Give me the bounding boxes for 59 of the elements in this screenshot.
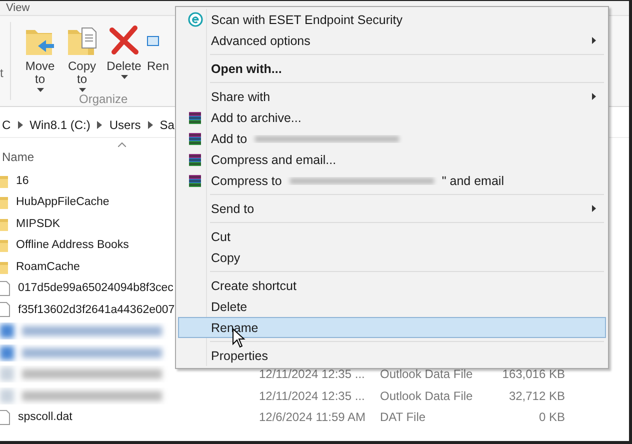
folder-icon [0, 260, 8, 274]
size-cell-text: 32,712 KB [508, 388, 565, 403]
sort-caret-icon [118, 142, 126, 147]
books-stack-icon [188, 174, 202, 188]
file-name[interactable]: 16 [16, 174, 29, 187]
type-cell-text: Outlook Data File [380, 388, 474, 403]
ribbon-button[interactable]: Ren [147, 24, 169, 92]
menu-item[interactable]: Share with [178, 86, 606, 107]
file-name[interactable]: spscoll.dat [18, 411, 72, 424]
menu-item[interactable]: Cut [178, 226, 606, 247]
folder-icon [0, 238, 8, 252]
group-label: Organize [79, 92, 128, 106]
file-name[interactable]: 017d5de99a65024094b8f3cec [18, 282, 174, 294]
folder-icon [0, 195, 8, 210]
breadcrumb-item[interactable]: Sa [160, 118, 174, 132]
menu-item[interactable]: Advanced options [178, 30, 606, 51]
chevron-icon [148, 121, 153, 129]
folder-icon [0, 216, 8, 231]
books-stack-icon [188, 132, 202, 146]
file-name[interactable]: Offline Address Books [16, 239, 129, 252]
type-cell-text: DAT File [380, 410, 427, 424]
folder-icon [0, 174, 8, 188]
rename-icon [147, 36, 159, 46]
type-cell-text: Outlook Data File [380, 367, 474, 382]
breadcrumb-item[interactable]: Users [109, 118, 141, 132]
size-cell-text: 0 KB [538, 410, 565, 424]
date-cell-text: 12/11/2024 12:35 ... [259, 367, 366, 382]
date-cell-text: 12/6/2024 11:59 AM [259, 410, 367, 424]
breadcrumb-item[interactable]: C [2, 118, 11, 132]
menu-item[interactable]: Compress to " and email [178, 170, 606, 191]
breadcrumb-item[interactable]: Win8.1 (C:) [30, 118, 90, 132]
ribbon-button[interactable]: Copy to [63, 24, 101, 92]
date-cell-text: 12/11/2024 12:35 ... [259, 388, 366, 403]
chevron-icon [18, 121, 23, 129]
column-header[interactable]: Name [2, 150, 34, 164]
file-name[interactable]: RoamCache [16, 260, 80, 273]
file-name[interactable]: HubAppFileCache [16, 196, 110, 208]
file-name[interactable]: f35f13602d3f2641a44362e007 [18, 304, 175, 316]
menu-item[interactable]: Copy [178, 247, 606, 268]
menu-item[interactable]: Add to [178, 128, 606, 149]
chevron-icon [97, 121, 102, 129]
menu-item[interactable]: Send to [178, 198, 606, 219]
menu-item-suffix: " and email [442, 174, 504, 188]
ribbon-button[interactable]: Delete [105, 24, 143, 92]
books-stack-icon [188, 152, 202, 166]
menu-item[interactable]: Compress and email... [178, 149, 606, 170]
view-tab[interactable]: View [6, 2, 30, 14]
menu-item[interactable]: Scan with ESET Endpoint Security [178, 9, 606, 30]
ribbon-button[interactable]: Move to [21, 24, 59, 92]
menu-item[interactable]: Create shortcut [178, 275, 606, 296]
menu-item[interactable]: Delete [178, 296, 606, 317]
menu-item[interactable]: Open with... [178, 58, 606, 79]
size-cell-text: 163,016 KB [501, 367, 565, 382]
books-stack-icon [188, 110, 202, 124]
file-name[interactable]: MIPSDK [16, 218, 60, 230]
menu-item[interactable]: Properties [178, 345, 606, 366]
menu-item[interactable]: Add to archive... [178, 107, 606, 128]
ribbon-label: t [0, 66, 4, 82]
e-logo-icon [188, 12, 202, 27]
